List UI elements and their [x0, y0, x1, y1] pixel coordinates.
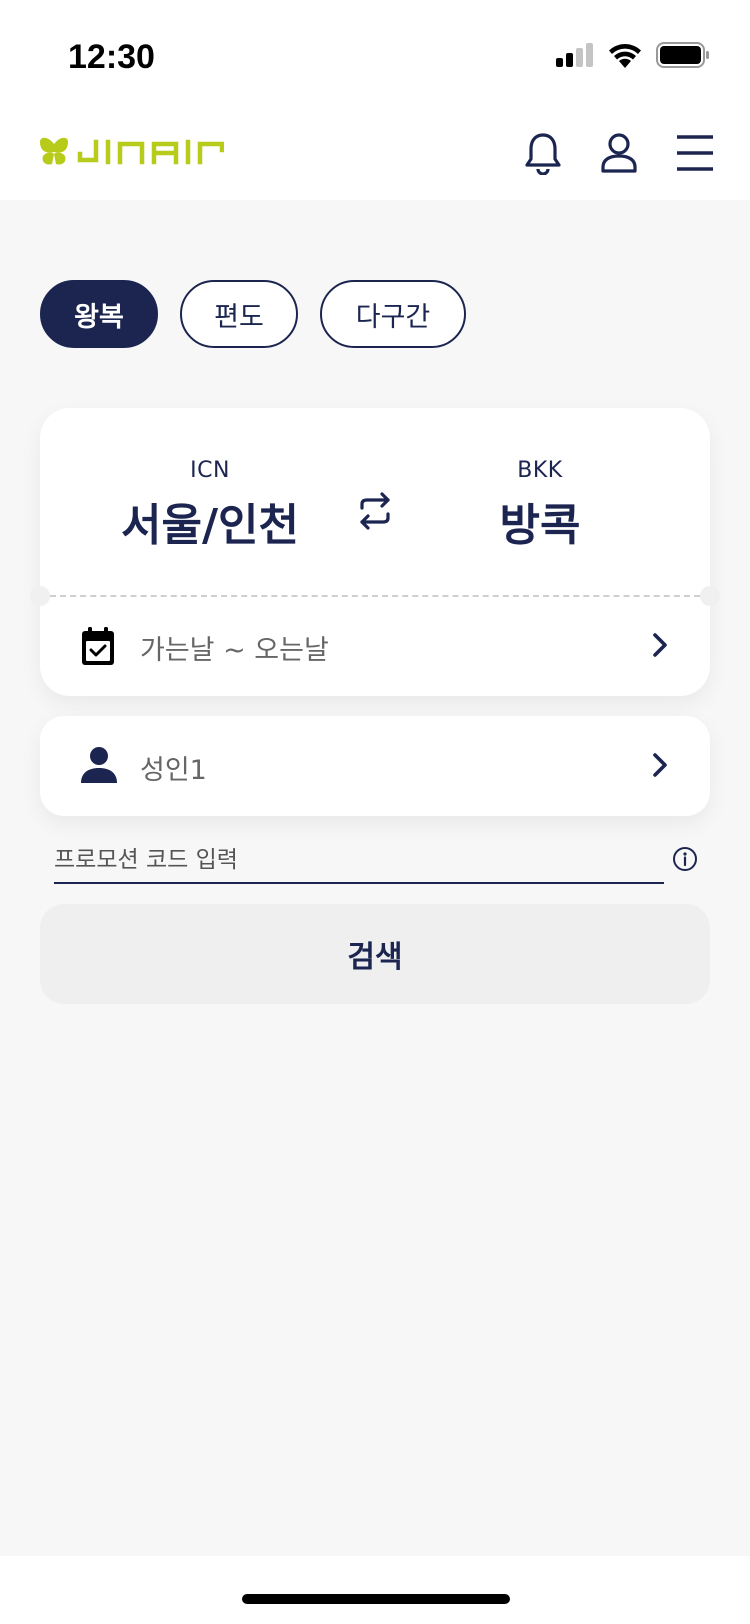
tab-multi-city[interactable]: 다구간 [320, 280, 466, 348]
chevron-right-icon [652, 632, 668, 662]
swap-route-button[interactable] [352, 490, 398, 536]
battery-icon [656, 42, 710, 72]
origin-airport[interactable]: ICN 서울/인천 [80, 458, 340, 553]
header-icons [516, 128, 722, 182]
wifi-icon [608, 42, 642, 72]
destination-city: 방콕 [499, 500, 581, 551]
tab-roundtrip[interactable]: 왕복 [40, 280, 158, 348]
passenger-selector-row[interactable]: 성인1 [40, 716, 710, 816]
trip-type-tabs: 왕복 편도 다구간 [40, 280, 466, 348]
calendar-check-icon [80, 626, 120, 666]
route-card: ICN 서울/인천 BKK 방콕 가는날 ~ 오는날 [30, 408, 720, 696]
home-indicator[interactable] [242, 1594, 510, 1604]
swap-icon [356, 492, 394, 534]
info-icon[interactable] [672, 846, 698, 872]
bell-icon [523, 131, 563, 179]
chevron-right-icon [652, 752, 668, 782]
jinair-logo[interactable] [38, 132, 225, 180]
route-selector: ICN 서울/인천 BKK 방콕 [40, 408, 710, 596]
passenger-count-label: 성인1 [140, 755, 207, 786]
date-range-label: 가는날 ~ 오는날 [140, 635, 329, 666]
status-bar: 12:30 [0, 0, 750, 110]
notifications-button[interactable] [516, 128, 570, 182]
date-selector-row[interactable]: 가는날 ~ 오는날 [40, 598, 710, 696]
status-time: 12:30 [68, 38, 155, 76]
home-indicator-area [0, 1556, 750, 1624]
status-icons [556, 42, 710, 72]
destination-airport[interactable]: BKK 방콕 [410, 458, 670, 553]
cellular-signal-icon [556, 43, 594, 71]
person-icon [80, 746, 120, 786]
search-button[interactable]: 검색 [40, 904, 710, 1004]
origin-code: ICN [190, 458, 230, 483]
menu-button[interactable] [668, 128, 722, 182]
profile-button[interactable] [592, 128, 646, 182]
promo-code-input[interactable] [54, 840, 664, 880]
destination-code: BKK [517, 458, 563, 483]
app-header [0, 110, 750, 200]
tab-oneway[interactable]: 편도 [180, 280, 298, 348]
origin-city: 서울/인천 [121, 500, 299, 551]
promo-code-field [54, 840, 664, 884]
dashed-divider [50, 595, 700, 597]
user-icon [599, 131, 639, 179]
menu-icon [675, 133, 715, 177]
